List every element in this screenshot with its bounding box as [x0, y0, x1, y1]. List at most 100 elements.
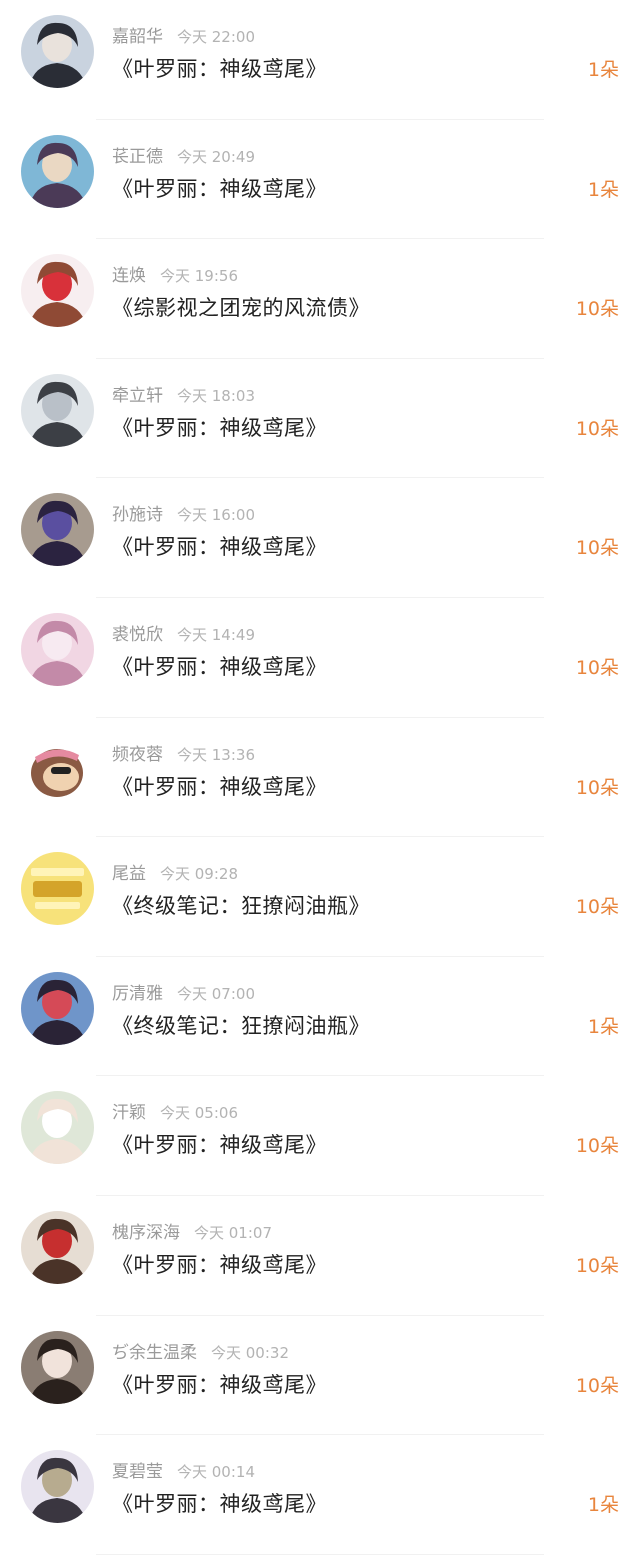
- sloth-cartoon-icon: [21, 732, 94, 806]
- avatar[interactable]: [21, 1330, 94, 1404]
- gift-count: 10朵: [575, 537, 619, 560]
- list-item[interactable]: 频夜蓉 今天 13:36 《叶罗丽：神级鸢尾》 10朵: [0, 718, 640, 838]
- gift-count: 10朵: [575, 298, 619, 321]
- gift-count: 10朵: [575, 417, 619, 440]
- user-name[interactable]: 夏碧莹: [112, 1462, 163, 1482]
- user-name-line: 尾益 今天 09:28: [112, 863, 238, 885]
- book-title[interactable]: 《叶罗丽：神级鸢尾》: [112, 1371, 327, 1399]
- gift-count: 10朵: [575, 1254, 619, 1277]
- avatar[interactable]: [21, 732, 94, 806]
- gift-count: 10朵: [575, 1135, 619, 1158]
- user-name-line: 汗颖 今天 05:06: [112, 1102, 238, 1124]
- timestamp: 今天 01:07: [194, 1223, 272, 1242]
- book-title[interactable]: 《叶罗丽：神级鸢尾》: [112, 653, 327, 681]
- list-item[interactable]: 嘉韶华 今天 22:00 《叶罗丽：神级鸢尾》 1朵: [0, 0, 640, 120]
- list-item[interactable]: 连焕 今天 19:56 《综影视之团宠的风流债》 10朵: [0, 239, 640, 359]
- timestamp: 今天 05:06: [160, 1104, 238, 1123]
- list-item[interactable]: 苌正德 今天 20:49 《叶罗丽：神级鸢尾》 1朵: [0, 120, 640, 240]
- portrait-man-icon: [21, 1450, 94, 1524]
- user-name-line: 厉清雅 今天 07:00: [112, 983, 255, 1005]
- user-name[interactable]: 裘悦欣: [112, 625, 163, 645]
- timestamp: 今天 16:00: [177, 506, 255, 525]
- avatar[interactable]: [21, 1450, 94, 1524]
- portrait-woman-icon: [21, 1091, 94, 1165]
- book-title[interactable]: 《叶罗丽：神级鸢尾》: [112, 175, 327, 203]
- list-item[interactable]: 厉清雅 今天 07:00 《终级笔记：狂撩闷油瓶》 1朵: [0, 957, 640, 1077]
- book-title[interactable]: 《叶罗丽：神级鸢尾》: [112, 1251, 327, 1279]
- timestamp: 今天 19:56: [160, 267, 238, 286]
- avatar[interactable]: [21, 852, 94, 926]
- user-name[interactable]: 苌正德: [112, 147, 163, 167]
- list-item[interactable]: 夏碧莹 今天 00:14 《叶罗丽：神级鸢尾》 1朵: [0, 1435, 640, 1555]
- user-name-line: 频夜蓉 今天 13:36: [112, 744, 255, 766]
- book-title[interactable]: 《叶罗丽：神级鸢尾》: [112, 414, 327, 442]
- book-title[interactable]: 《叶罗丽：神级鸢尾》: [112, 533, 327, 561]
- avatar[interactable]: [21, 254, 94, 328]
- avatar[interactable]: [21, 134, 94, 208]
- list-item[interactable]: 尾益 今天 09:28 《终级笔记：狂撩闷油瓶》 10朵: [0, 837, 640, 957]
- timestamp: 今天 00:14: [177, 1463, 255, 1482]
- user-name[interactable]: 汗颖: [112, 1103, 146, 1123]
- user-name[interactable]: 槐序深海: [112, 1223, 180, 1243]
- avatar[interactable]: [21, 373, 94, 447]
- timestamp: 今天 09:28: [160, 865, 238, 884]
- user-name-line: 连焕 今天 19:56: [112, 265, 238, 287]
- timestamp: 今天 07:00: [177, 984, 255, 1003]
- anime-girl-icon: [21, 254, 94, 328]
- timestamp: 今天 18:03: [177, 386, 255, 405]
- user-name-line: 嘉韶华 今天 22:00: [112, 26, 255, 48]
- gift-count: 10朵: [575, 656, 619, 679]
- book-title[interactable]: 《终级笔记：狂撩闷油瓶》: [112, 1012, 370, 1040]
- avatar[interactable]: [21, 1091, 94, 1165]
- timestamp: 今天 14:49: [177, 625, 255, 644]
- gift-count: 1朵: [587, 178, 619, 201]
- avatar[interactable]: [21, 15, 94, 88]
- portrait-man-icon: [21, 15, 94, 88]
- avatar[interactable]: [21, 1210, 94, 1284]
- user-name[interactable]: 牵立轩: [112, 386, 163, 406]
- gift-record-list: 嘉韶华 今天 22:00 《叶罗丽：神级鸢尾》 1朵 苌正德 今天 20:49 《叶罗丽：神…: [0, 0, 640, 1555]
- user-name-line: 孙施诗 今天 16:00: [112, 504, 255, 526]
- portrait-woman-icon: [21, 134, 94, 208]
- list-item[interactable]: ぢ余生温柔 今天 00:32 《叶罗丽：神级鸢尾》 10朵: [0, 1316, 640, 1436]
- book-title[interactable]: 《叶罗丽：神级鸢尾》: [112, 1131, 327, 1159]
- book-title[interactable]: 《终级笔记：狂撩闷油瓶》: [112, 892, 370, 920]
- tnt-badge-icon: [21, 852, 94, 926]
- avatar[interactable]: [21, 493, 94, 567]
- timestamp: 今天 00:32: [211, 1343, 289, 1362]
- gift-count: 10朵: [575, 896, 619, 919]
- user-name[interactable]: 嘉韶华: [112, 27, 163, 47]
- user-name[interactable]: ぢ余生温柔: [112, 1343, 197, 1363]
- timestamp: 今天 20:49: [177, 147, 255, 166]
- list-item[interactable]: 汗颖 今天 05:06 《叶罗丽：神级鸢尾》 10朵: [0, 1076, 640, 1196]
- gift-count: 1朵: [587, 59, 619, 81]
- book-title[interactable]: 《叶罗丽：神级鸢尾》: [112, 55, 327, 83]
- portrait-woman-icon: [21, 612, 94, 686]
- user-name[interactable]: 频夜蓉: [112, 745, 163, 765]
- portrait-woman-icon: [21, 1330, 94, 1404]
- avatar[interactable]: [21, 971, 94, 1045]
- book-title[interactable]: 《叶罗丽：神级鸢尾》: [112, 1490, 327, 1518]
- portrait-woman-icon: [21, 493, 94, 567]
- gift-count: 1朵: [587, 1015, 619, 1038]
- gift-count: 10朵: [575, 1374, 619, 1397]
- avatar[interactable]: [21, 612, 94, 686]
- user-name[interactable]: 尾益: [112, 864, 146, 884]
- user-name[interactable]: 厉清雅: [112, 984, 163, 1004]
- user-name-line: 槐序深海 今天 01:07: [112, 1222, 272, 1244]
- user-name-line: 牵立轩 今天 18:03: [112, 385, 255, 407]
- list-item[interactable]: 孙施诗 今天 16:00 《叶罗丽：神级鸢尾》 10朵: [0, 478, 640, 598]
- user-name[interactable]: 孙施诗: [112, 505, 163, 525]
- user-name[interactable]: 连焕: [112, 266, 146, 286]
- anime-girl-icon: [21, 1210, 94, 1284]
- list-item[interactable]: 槐序深海 今天 01:07 《叶罗丽：神级鸢尾》 10朵: [0, 1196, 640, 1316]
- user-name-line: 夏碧莹 今天 00:14: [112, 1461, 255, 1483]
- portrait-man-icon: [21, 373, 94, 447]
- timestamp: 今天 13:36: [177, 745, 255, 764]
- book-title[interactable]: 《综影视之团宠的风流债》: [112, 294, 370, 322]
- list-item[interactable]: 裘悦欣 今天 14:49 《叶罗丽：神级鸢尾》 10朵: [0, 598, 640, 718]
- gift-count: 1朵: [587, 1494, 619, 1517]
- list-item[interactable]: 牵立轩 今天 18:03 《叶罗丽：神级鸢尾》 10朵: [0, 359, 640, 479]
- gift-count: 10朵: [575, 776, 619, 799]
- book-title[interactable]: 《叶罗丽：神级鸢尾》: [112, 773, 327, 801]
